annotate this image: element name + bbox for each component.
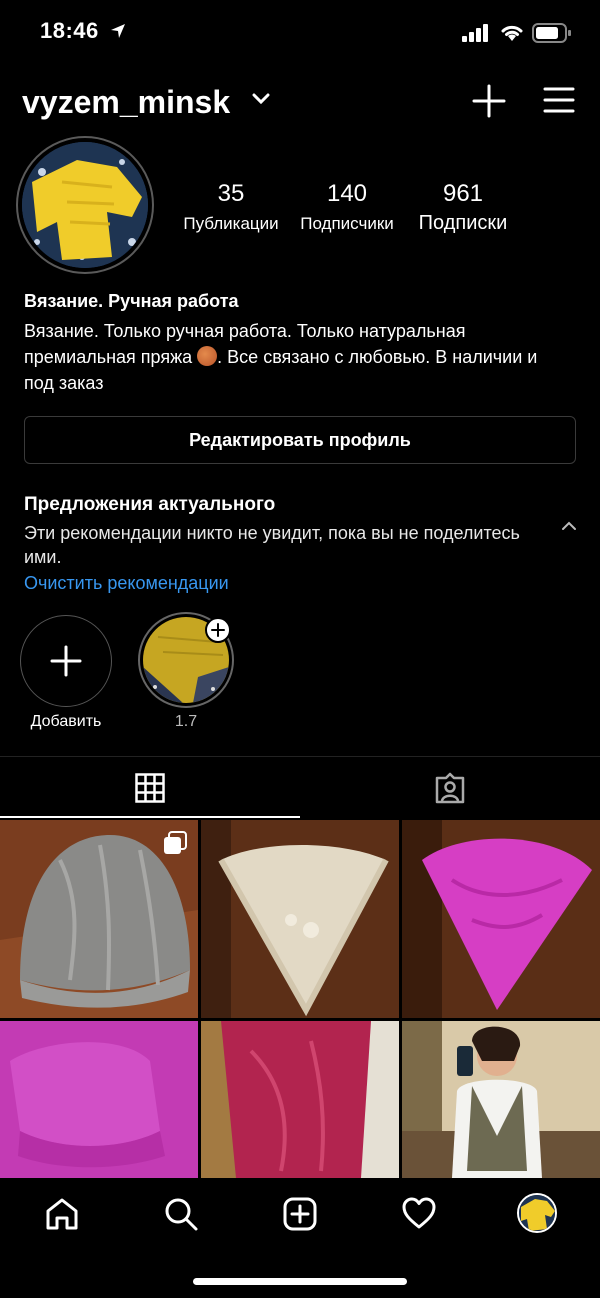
chevron-down-icon[interactable] bbox=[252, 92, 270, 106]
posts-grid bbox=[0, 820, 600, 1178]
avatar[interactable] bbox=[22, 142, 148, 268]
cellular-signal-icon bbox=[462, 24, 488, 42]
add-highlight-label: Добавить bbox=[30, 713, 102, 730]
plus-icon bbox=[50, 645, 81, 676]
edit-profile-button[interactable]: Редактировать профиль bbox=[24, 416, 576, 464]
new-post-button[interactable] bbox=[472, 84, 506, 118]
followers-label: Подписчики bbox=[300, 214, 394, 233]
stat-following[interactable]: 961 Подписки bbox=[408, 180, 518, 235]
location-arrow-icon bbox=[111, 24, 125, 38]
suggestions-text: Эти рекомендации никто не увидит, пока в… bbox=[24, 523, 520, 567]
add-highlight-button[interactable] bbox=[20, 615, 112, 707]
profile-tab-avatar[interactable] bbox=[517, 1193, 557, 1233]
status-time: 18:46 bbox=[40, 18, 99, 43]
suggestions-title: Предложения актуального bbox=[24, 494, 276, 515]
post-thumbnail[interactable] bbox=[402, 820, 600, 1018]
divider bbox=[0, 756, 600, 757]
grid-icon bbox=[135, 773, 165, 803]
wifi-icon bbox=[501, 25, 523, 41]
post-thumbnail[interactable] bbox=[0, 820, 198, 1018]
menu-button[interactable] bbox=[543, 86, 575, 114]
highlight-add-badge[interactable] bbox=[205, 617, 231, 643]
tab-tagged[interactable] bbox=[300, 758, 600, 818]
active-tab-indicator bbox=[0, 816, 300, 818]
carousel-icon bbox=[164, 831, 187, 854]
highlight-label: 1.7 bbox=[174, 713, 198, 730]
following-label: Подписки bbox=[418, 212, 508, 234]
plus-icon bbox=[211, 623, 225, 637]
followers-count: 140 bbox=[326, 180, 368, 207]
profile-username[interactable]: vyzem_minsk bbox=[22, 84, 230, 121]
chevron-up-icon[interactable] bbox=[560, 520, 578, 532]
clear-suggestions-link[interactable]: Очистить рекомендации bbox=[24, 573, 229, 594]
bio-name: Вязание. Ручная работа bbox=[24, 291, 239, 311]
posts-label: Публикации bbox=[183, 214, 279, 233]
stat-followers[interactable]: 140 Подписчики bbox=[292, 180, 402, 234]
new-post-icon[interactable] bbox=[282, 1196, 318, 1232]
battery-icon bbox=[532, 23, 571, 43]
posts-count: 35 bbox=[217, 180, 245, 207]
home-indicator bbox=[193, 1278, 407, 1285]
following-count: 961 bbox=[442, 180, 484, 207]
yarn-emoji-icon bbox=[197, 346, 218, 366]
tab-grid[interactable] bbox=[0, 758, 300, 818]
home-icon[interactable] bbox=[44, 1196, 80, 1232]
search-icon[interactable] bbox=[163, 1196, 199, 1232]
bio-text: Вязание. Только ручная работа. Только на… bbox=[24, 318, 564, 396]
post-thumbnail[interactable] bbox=[201, 820, 399, 1018]
tagged-person-icon bbox=[435, 772, 465, 804]
heart-icon[interactable] bbox=[401, 1196, 437, 1232]
stat-posts[interactable]: 35 Публикации bbox=[176, 180, 286, 234]
